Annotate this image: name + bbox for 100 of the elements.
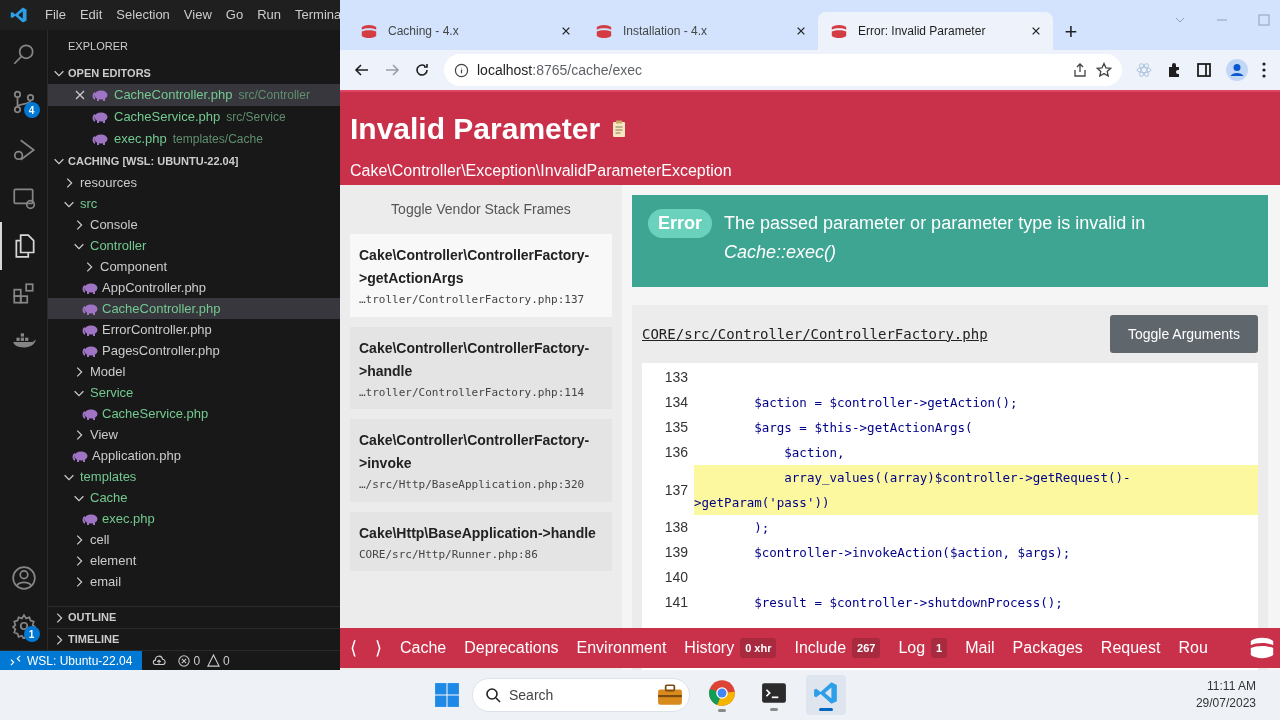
toggle-vendor-frames-link[interactable]: Toggle Vendor Stack Frames	[350, 199, 612, 220]
folder-item[interactable]: Component	[48, 256, 340, 277]
folder-item[interactable]: element	[48, 550, 340, 571]
code-line: $result = $controller->shutdownProcess();	[753, 594, 1064, 612]
stack-frame[interactable]: Cake\Http\BaseApplication->handle CORE/src/Http/Runner.php:86	[350, 511, 612, 571]
open-editor-item[interactable]: CacheController.php src/Controller	[48, 84, 340, 106]
toolbar-tab[interactable]: Request	[1100, 636, 1161, 660]
php-file-item[interactable]: CacheController.php	[48, 298, 340, 319]
line-number: 137	[663, 480, 689, 500]
close-icon[interactable]	[1031, 26, 1041, 36]
toolbar-tab[interactable]: Rou	[1178, 636, 1208, 660]
php-file-item[interactable]: CacheService.php	[48, 403, 340, 424]
problems-indicator[interactable]: 0 0	[178, 651, 230, 670]
folder-item[interactable]: Model	[48, 361, 340, 382]
folder-item[interactable]: Service	[48, 382, 340, 403]
cake-logo-icon[interactable]	[1248, 636, 1276, 660]
vscode-logo-icon	[10, 6, 28, 24]
start-icon[interactable]	[434, 682, 460, 708]
folder-item[interactable]: Console	[48, 214, 340, 235]
menu-icon[interactable]	[1262, 62, 1266, 78]
remote-indicator[interactable]: WSL: Ubuntu-22.04	[0, 651, 143, 670]
close-icon[interactable]	[561, 26, 571, 36]
star-icon[interactable]	[1096, 62, 1112, 78]
account-icon[interactable]	[10, 565, 37, 591]
section-header[interactable]: CACHING [WSL: UBUNTU-22.04]	[48, 150, 340, 172]
toggle-arguments-button[interactable]: Toggle Arguments	[1109, 315, 1258, 353]
section-header[interactable]: OUTLINE	[48, 606, 340, 628]
menu-item[interactable]: Go	[218, 5, 251, 25]
menu-item[interactable]: File	[38, 5, 73, 25]
clock-time[interactable]: 11:11 AM	[1207, 678, 1256, 695]
elephant-icon	[92, 111, 108, 123]
avatar-icon[interactable]	[1226, 59, 1248, 81]
close-icon[interactable]	[796, 26, 806, 36]
line-number: 141	[663, 593, 689, 612]
browser-tab[interactable]: Caching - 4.x	[348, 12, 583, 50]
folder-item[interactable]: templates	[48, 466, 340, 487]
toolbar-tab[interactable]: Mail	[965, 636, 995, 660]
previous-button[interactable]: ⟨	[350, 634, 357, 662]
address-bar[interactable]: localhost:8765/cache/exec	[444, 54, 1122, 86]
reload-icon[interactable]	[414, 62, 430, 78]
php-file-item[interactable]: PagesController.php	[48, 340, 340, 361]
toolbar-tab[interactable]: Log 1	[898, 636, 948, 660]
php-file-item[interactable]: AppController.php	[48, 277, 340, 298]
code-line: $args = $this->getActionArgs(	[753, 419, 974, 437]
toolbar-tab[interactable]: Environment	[576, 636, 667, 660]
open-editor-item[interactable]: exec.php templates/Cache	[48, 128, 340, 150]
toolbar-tab[interactable]: History 0 xhr	[684, 636, 777, 660]
next-button[interactable]: ⟩	[375, 634, 382, 662]
stack-frame[interactable]: Cake\Controller\ControllerFactory->invoke …/src/Http/BaseApplication.php:320	[350, 419, 612, 502]
browser-tab[interactable]: Error: Invalid Parameter	[818, 12, 1053, 50]
stack-frame[interactable]: Cake\Controller\ControllerFactory->getActionArgs …troller/ControllerFactory.php:137	[350, 234, 612, 317]
php-file-item[interactable]: exec.php	[48, 508, 340, 529]
elephant-icon	[82, 407, 98, 420]
toolbar-tab[interactable]: Include 267	[794, 636, 881, 660]
line-number: 138	[663, 518, 689, 537]
elephant-icon	[82, 512, 98, 525]
cloud-upload-icon[interactable]	[152, 653, 167, 668]
file-path-link[interactable]: CORE/src/Controller/ControllerFactory.php	[642, 323, 988, 345]
toolbar-tab[interactable]: Packages	[1012, 636, 1083, 660]
menu-item[interactable]: Edit	[72, 5, 110, 25]
toolbar-tab[interactable]: Cache	[400, 636, 447, 660]
elephant-icon	[82, 281, 98, 294]
code-line: );	[753, 519, 771, 537]
folder-item[interactable]: cell	[48, 529, 340, 550]
code-line: $action,	[783, 444, 846, 462]
info-icon[interactable]	[454, 62, 469, 78]
side-panel-icon[interactable]	[1196, 62, 1212, 78]
cake-icon	[595, 23, 613, 39]
clipboard-icon[interactable]	[612, 119, 627, 138]
line-number: 139	[663, 543, 689, 562]
extensions-icon[interactable]	[10, 281, 37, 307]
count-badge: 4	[23, 102, 40, 118]
settings-icon[interactable]	[10, 613, 37, 639]
folder-item[interactable]: src	[48, 193, 340, 214]
error-icon	[178, 654, 191, 667]
clock-date[interactable]: 29/07/2023	[1195, 695, 1256, 712]
error-label: Error	[648, 209, 712, 238]
folder-item[interactable]: Cache	[48, 487, 340, 508]
menu-item[interactable]: Run	[250, 5, 288, 25]
cake-icon	[830, 23, 848, 39]
folder-item[interactable]: Controller	[48, 235, 340, 256]
new-tab-button[interactable]: +	[1053, 12, 1089, 50]
toolbar-tab[interactable]: Deprecations	[464, 636, 559, 660]
menu-item[interactable]: View	[176, 5, 219, 25]
browser-tab[interactable]: Installation - 4.x	[583, 12, 818, 50]
back-icon[interactable]	[354, 62, 370, 78]
puzzle-icon[interactable]	[1166, 62, 1182, 78]
folder-item[interactable]: View	[48, 424, 340, 445]
folder-item[interactable]: resources	[48, 172, 340, 193]
error-message: The passed parameter or parameter type is invalid in Cache::exec()	[724, 212, 1147, 264]
section-header[interactable]: OPEN EDITORS	[48, 62, 340, 84]
php-file-item[interactable]: ErrorController.php	[48, 319, 340, 340]
open-editor-item[interactable]: CacheService.php src/Service	[48, 106, 340, 128]
remote-explorer-icon[interactable]	[10, 185, 37, 211]
folder-item[interactable]: email	[48, 571, 340, 592]
search-field[interactable]: Search	[472, 678, 690, 712]
share-icon[interactable]	[1072, 62, 1088, 78]
stack-frame[interactable]: Cake\Controller\ControllerFactory->handle …troller/ControllerFactory.php:114	[350, 326, 612, 409]
php-file-item[interactable]: Application.php	[48, 445, 340, 466]
menu-item[interactable]: Selection	[109, 5, 177, 25]
